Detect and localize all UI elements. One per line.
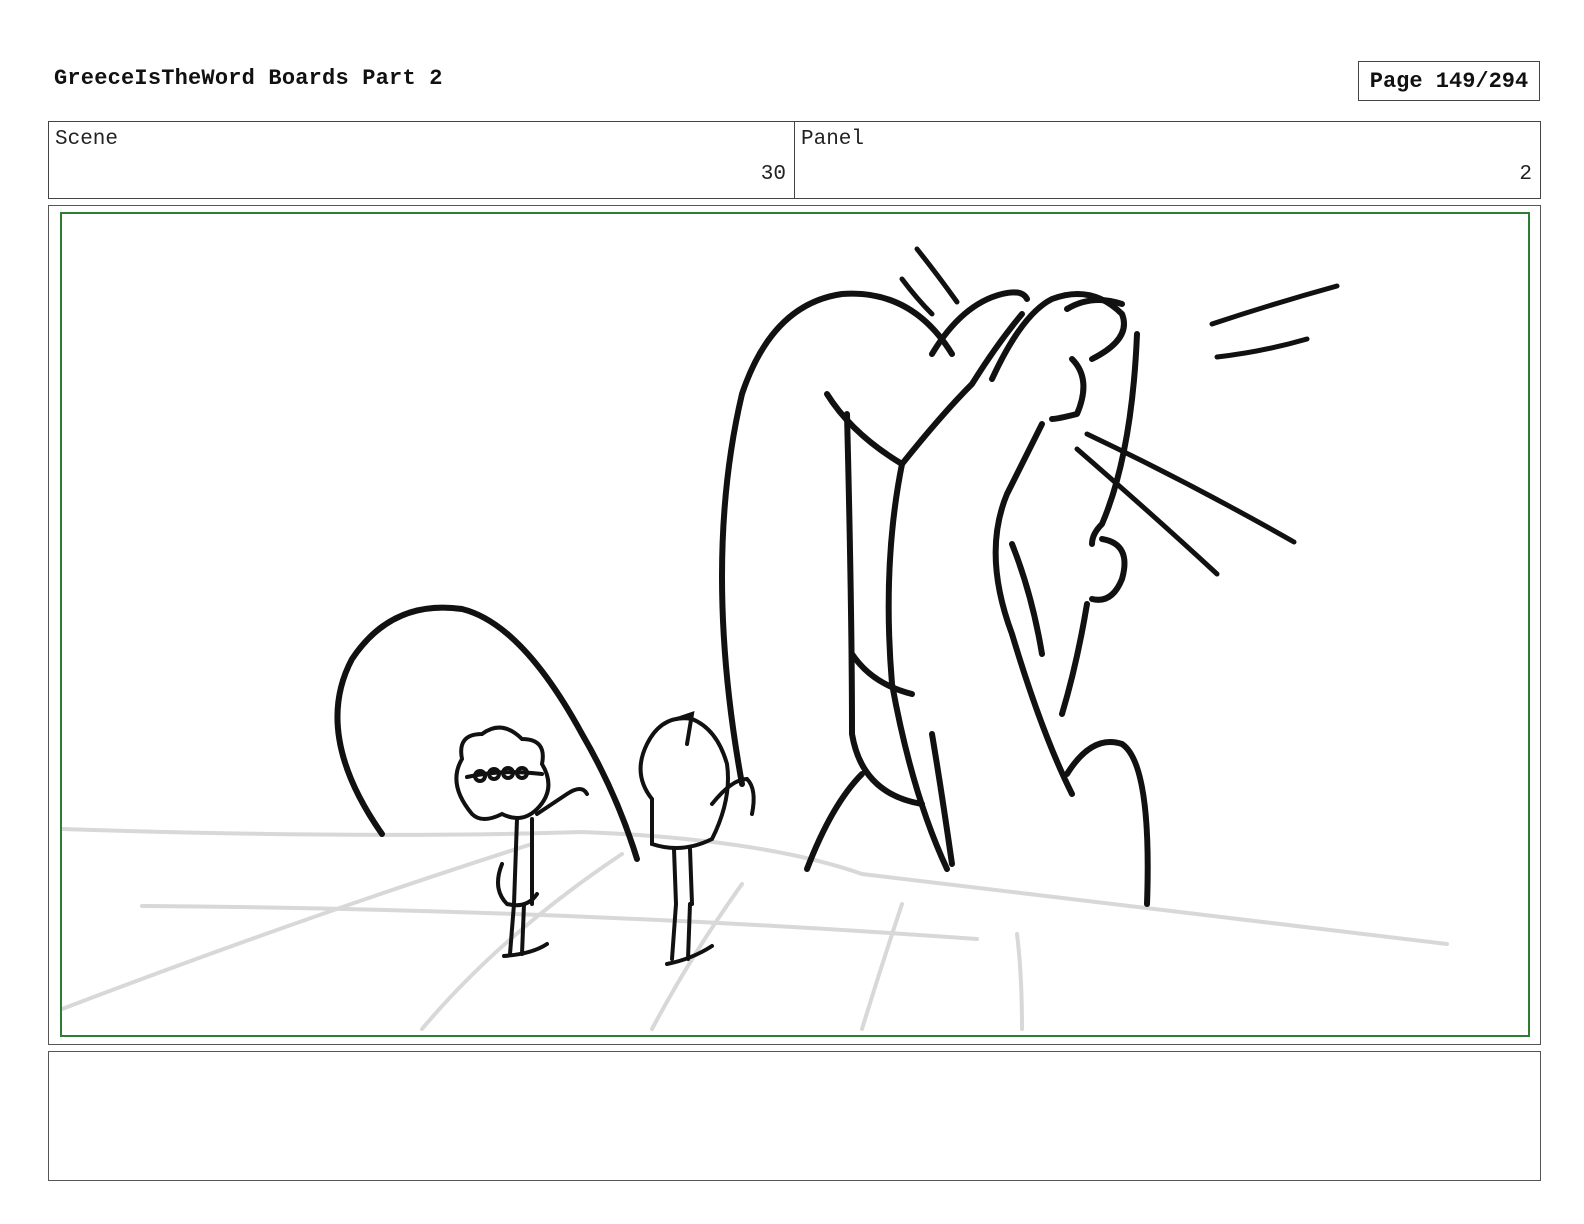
page-number-box: Page 149/294 <box>1358 61 1540 101</box>
panel-label: Panel <box>801 128 865 151</box>
page-number-label: Page 149/294 <box>1369 68 1529 94</box>
scene-label: Scene <box>55 128 119 151</box>
motion-lines <box>899 246 1340 577</box>
storyboard-sketch <box>62 246 1449 1031</box>
scene-number: 30 <box>760 163 786 186</box>
small-arch-outline <box>334 604 640 862</box>
panel-number: 2 <box>1519 163 1532 186</box>
curly-hair-character <box>454 725 589 958</box>
giant-creature-outline <box>719 289 1151 907</box>
scene-cell: Scene 30 <box>49 122 794 198</box>
floor-grid-lines <box>62 827 1449 1031</box>
panel-cell: Panel 2 <box>794 122 1540 198</box>
scene-panel-info-row: Scene 30 Panel 2 <box>48 121 1541 199</box>
panel-notes-box <box>48 1051 1541 1181</box>
storyboard-panel-drawing <box>60 212 1530 1037</box>
document-title: GreeceIsTheWord Boards Part 2 <box>54 66 443 91</box>
